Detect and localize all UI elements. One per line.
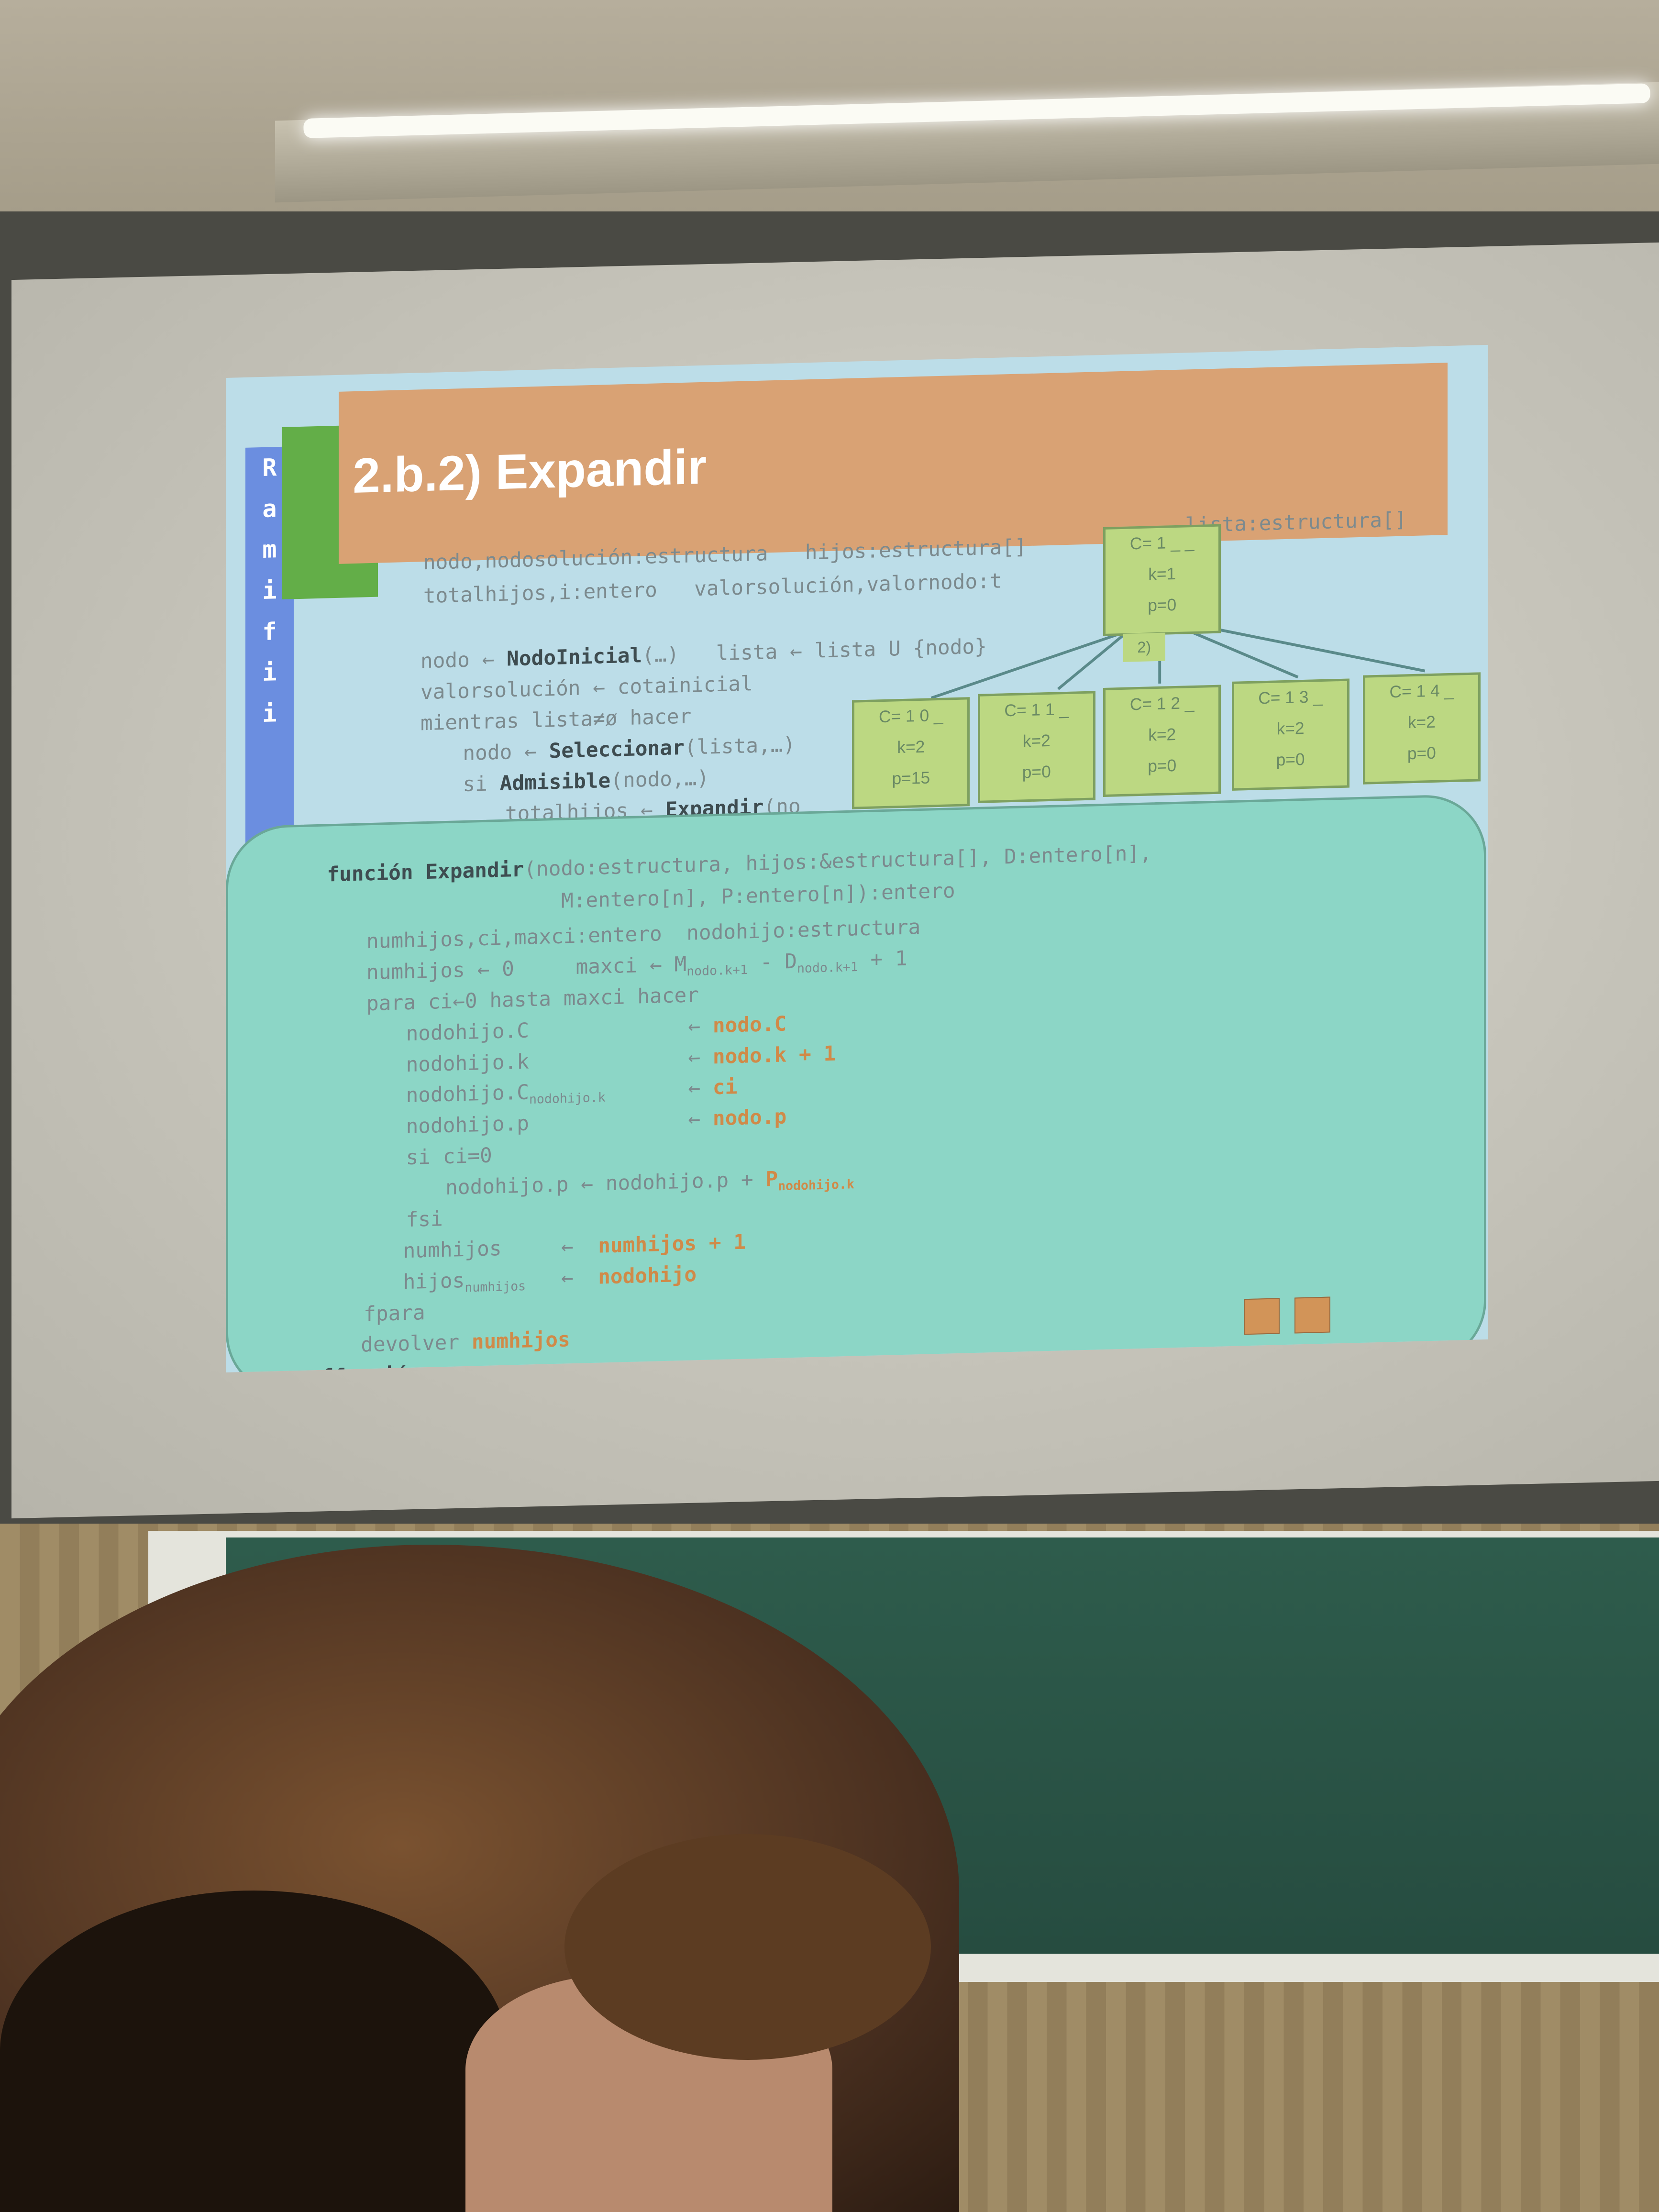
code-line: fsi (406, 1207, 443, 1232)
code-line: devolver numhijos (361, 1327, 570, 1358)
projected-slide: R a m i f i i 2.b.2) Expandir nodo,nodos… (225, 345, 1489, 1373)
expandir-callout: función Expandir(nodo:estructura, hijos:… (225, 794, 1486, 1373)
next-slide-icon (1294, 1296, 1331, 1334)
person-hair-shadow (0, 1890, 508, 2212)
code-line: nodohijo.p ← nodohijo.p + Pnodohijo.k (445, 1167, 854, 1200)
tree-child-node: C= 1 1 _ k=2 p=0 (977, 691, 1095, 804)
code-line: ← nodohijo (561, 1262, 697, 1290)
code-line: ← nodo.k + 1 (688, 1041, 836, 1070)
tree-edge (1213, 627, 1426, 673)
step-label: 2) (1123, 632, 1165, 663)
tree-child-node: C= 1 0 _ k=2 p=15 (852, 697, 970, 810)
code-line: fpara (363, 1300, 425, 1327)
code-line: nodohijo.k (406, 1050, 529, 1077)
code-line: si ci=0 (406, 1143, 492, 1170)
tree-child-node: C= 1 3 _ k=2 p=0 (1231, 678, 1349, 791)
code-line: nodohijo.Cnodohijo.k (406, 1081, 606, 1108)
tree-edge (930, 630, 1129, 700)
tree-child-node: C= 1 4 _ k=2 p=0 (1362, 672, 1481, 785)
code-line: numhijos (403, 1237, 502, 1263)
code-line: ← numhijos + 1 (561, 1230, 746, 1259)
code-line: numhijos ← 0 maxci ← Mnodo.k+1 - Dnodo.k… (366, 946, 907, 985)
code-line: para ci←0 hasta maxci hacer (366, 983, 699, 1016)
prev-slide-icon (1244, 1298, 1280, 1335)
code-line: ← nodo.p (688, 1105, 787, 1132)
tree-root-node: C= 1 _ _ k=1 p=0 (1103, 524, 1221, 637)
tree-child-node: C= 1 2 _ k=2 p=0 (1103, 685, 1221, 797)
code-line: M:entero[n], P:entero[n]):entero (561, 879, 955, 914)
function-signature: función Expandir(nodo:estructura, hijos:… (327, 841, 1152, 887)
code-line: ← ci (688, 1075, 738, 1101)
code-line: hijosnumhijos (403, 1268, 526, 1295)
tree-edge (1057, 630, 1130, 690)
classroom-photo: R a m i f i i 2.b.2) Expandir nodo,nodos… (0, 0, 1659, 2212)
code-line: ← nodo.C (688, 1012, 787, 1039)
person-hair (564, 1834, 931, 2060)
code-line: nodohijo.C (406, 1018, 529, 1046)
code-line: nodohijo.p (406, 1111, 529, 1139)
